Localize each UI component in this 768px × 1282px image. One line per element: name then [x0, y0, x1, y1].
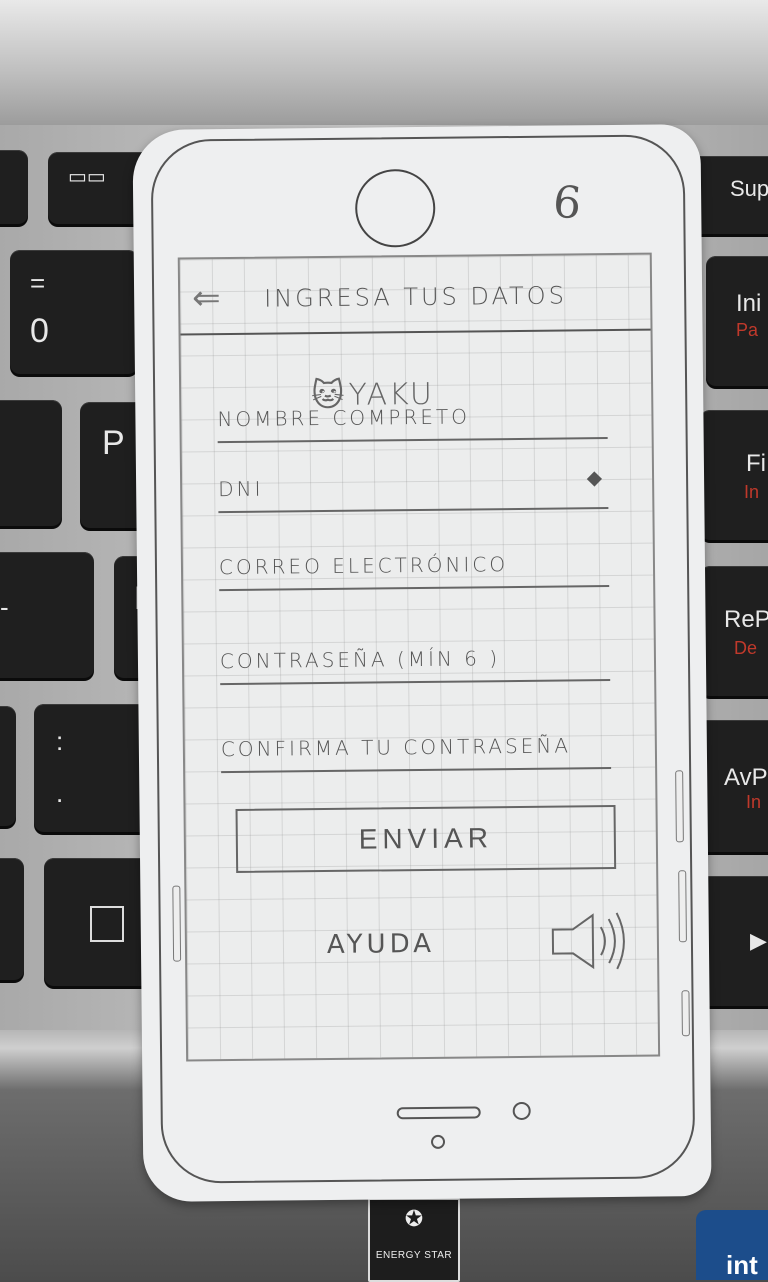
full-name-label: NOMBRE COMPRETO: [217, 404, 471, 432]
key-repag: ReP De: [700, 566, 768, 696]
help-link[interactable]: AYUDA: [327, 929, 435, 960]
confirm-password-field[interactable]: CONFIRMA TU CONTRASEÑA: [220, 717, 612, 774]
front-camera: [354, 168, 436, 248]
key-label: P: [102, 424, 125, 462]
dni-field[interactable]: DNI ◆: [217, 457, 609, 514]
email-label: CORREO ELECTRÓNICO: [218, 552, 509, 580]
password-field[interactable]: CONTRASEÑA (MÍN 6 ): [219, 629, 611, 686]
submit-label: ENVIAR: [358, 822, 494, 855]
key-left-edge-2: -: [0, 552, 94, 678]
energy-star-sticker: ✪ ENERGY STAR: [368, 1198, 460, 1282]
dropdown-icon[interactable]: ◆: [587, 465, 603, 489]
key-label: 0: [30, 312, 49, 350]
laptop-lid-edge: [0, 0, 768, 125]
dash-icon: -: [0, 592, 9, 622]
side-button: [675, 770, 684, 843]
confirm-password-label: CONFIRMA TU CONTRASEÑA: [220, 733, 572, 762]
display-toggle-icon: ▭▭: [68, 166, 106, 188]
home-indicator: [396, 1106, 481, 1120]
key-left-edge: [0, 400, 62, 526]
period-icon: .: [56, 778, 64, 808]
back-arrow-icon[interactable]: ⇐: [192, 278, 221, 318]
full-name-field[interactable]: NOMBRE COMPRETO: [217, 387, 608, 444]
intel-sticker: int: [696, 1210, 768, 1280]
app-header: ⇐ INGRESA TUS DATOS: [179, 254, 651, 336]
submit-button[interactable]: ENVIAR: [235, 804, 617, 873]
screen-title: INGRESA TUS DATOS: [264, 281, 567, 313]
equals-icon: =: [30, 268, 46, 298]
key-label: ReP: [724, 606, 768, 633]
key-label: Fi: [746, 450, 766, 477]
key-sublabel: In: [746, 792, 762, 812]
side-button: [681, 990, 690, 1037]
colon-icon: :: [56, 726, 64, 756]
key-label: AvP: [724, 764, 768, 791]
key-inicio: Ini Pa: [706, 256, 768, 386]
phone-screen: ⇐ INGRESA TUS DATOS 🐱 YAKU NOMBRE COMPRE…: [177, 252, 661, 1062]
sensor-dot: [512, 1101, 531, 1121]
key-fin: Fi In: [700, 410, 768, 540]
menu-icon: [90, 906, 124, 942]
key-label: Sup: [730, 176, 768, 201]
key-left-edge-3: [0, 706, 16, 826]
play-icon: ▶: [750, 928, 767, 953]
star-icon: ✪: [404, 1206, 424, 1231]
intel-logo-icon: int: [726, 1250, 758, 1280]
key-zero: = 0: [10, 250, 138, 374]
side-button: [678, 870, 687, 943]
speaker-icon[interactable]: [547, 911, 628, 972]
key-sublabel: De: [734, 638, 758, 658]
key-arrow: ▶: [700, 876, 768, 1006]
key-left-edge-4: [0, 858, 24, 980]
password-label: CONTRASEÑA (MÍN 6 ): [219, 646, 501, 674]
dni-label: DNI: [218, 476, 264, 502]
key-sublabel: In: [744, 482, 760, 502]
page-number: 6: [550, 176, 584, 230]
key-function: [0, 150, 28, 224]
email-field[interactable]: CORREO ELECTRÓNICO: [218, 535, 610, 592]
paper-prototype: 6 ⇐ INGRESA TUS DATOS 🐱 YAKU NOMBRE COMP…: [132, 124, 712, 1202]
key-label: Ini: [736, 290, 762, 317]
energy-star-label: ENERGY STAR: [375, 1250, 453, 1261]
key-sublabel: Pa: [736, 320, 759, 340]
side-button: [172, 885, 182, 962]
microphone-dot: [430, 1134, 446, 1149]
